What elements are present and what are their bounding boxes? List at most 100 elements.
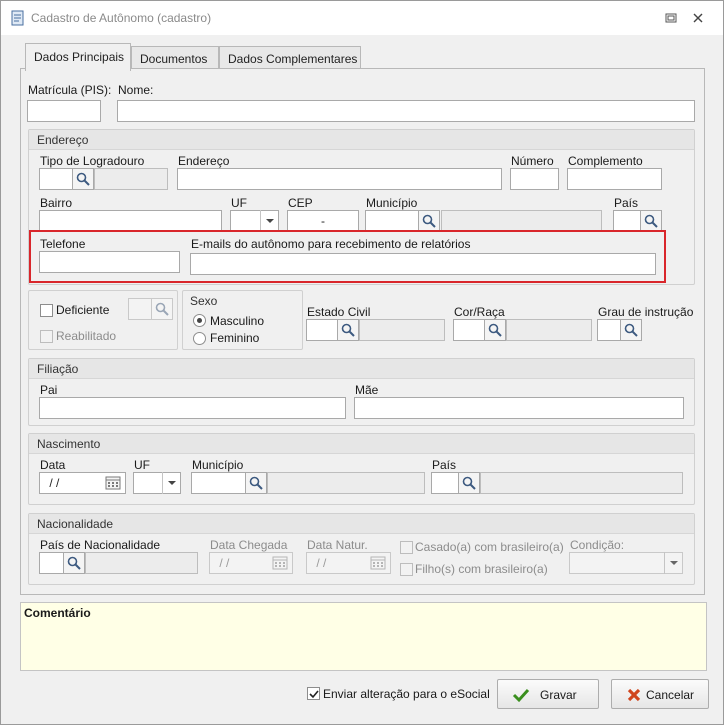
search-icon (76, 172, 90, 186)
tab-documentos[interactable]: Documentos (131, 46, 219, 70)
uf-select[interactable] (230, 210, 279, 232)
chevron-down-icon (162, 472, 180, 494)
data-natur-value: / / (313, 556, 327, 570)
calendar-icon[interactable] (101, 473, 125, 493)
deficiente-checkbox[interactable] (40, 304, 53, 317)
search-icon (422, 214, 436, 228)
grau-instrucao-code-input[interactable] (597, 319, 621, 341)
nascimento-pais-desc (480, 472, 683, 494)
cor-raca-search-button[interactable] (484, 319, 506, 341)
deficiencia-code-input[interactable] (128, 298, 152, 320)
filhos-brasileiro-checkbox[interactable] (400, 563, 413, 576)
municipio-search-button[interactable] (418, 210, 440, 232)
close-icon[interactable] (691, 11, 705, 25)
casado-brasileiro-checkbox[interactable] (400, 541, 413, 554)
nascimento-data-input[interactable]: / / (39, 472, 126, 494)
data-chegada-input[interactable]: / / (209, 552, 293, 574)
cor-raca-desc (506, 319, 592, 341)
nacionalidade-title: Nacionalidade (29, 514, 694, 534)
nascimento-municipio-search-button[interactable] (245, 472, 267, 494)
window-title: Cadastro de Autônomo (cadastro) (31, 11, 212, 25)
nascimento-pais-label: País (432, 458, 457, 472)
masculino-label: Masculino (210, 314, 265, 328)
bairro-label: Bairro (40, 196, 73, 210)
app-icon (11, 10, 24, 26)
cancelar-label: Cancelar (646, 688, 695, 702)
grau-instrucao-search-button[interactable] (620, 319, 642, 341)
complemento-input[interactable] (567, 168, 662, 190)
estado-civil-code-input[interactable] (306, 319, 338, 341)
nome-label: Nome: (118, 83, 154, 97)
tab-dados-complementares[interactable]: Dados Complementares (219, 46, 361, 70)
restore-icon[interactable] (664, 11, 678, 25)
bairro-input[interactable] (39, 210, 222, 232)
title-bar: Cadastro de Autônomo (cadastro) (1, 1, 723, 35)
filhos-brasileiro-label: Filho(s) com brasileiro(a) (415, 562, 548, 576)
enviar-esocial-checkbox[interactable] (307, 687, 320, 700)
mae-label: Mãe (355, 383, 379, 397)
cep-input[interactable]: - (287, 210, 359, 232)
pai-input[interactable] (39, 397, 346, 419)
cor-raca-code-input[interactable] (453, 319, 485, 341)
deficiencia-search-button[interactable] (151, 298, 173, 320)
pais-code-input[interactable] (613, 210, 641, 232)
masculino-radio[interactable] (193, 314, 206, 327)
tipo-logradouro-code-input[interactable] (39, 168, 73, 190)
reabilitado-label: Reabilitado (56, 329, 117, 343)
highlight-box (29, 230, 666, 283)
nascimento-data-value: / / (46, 476, 60, 490)
estado-civil-search-button[interactable] (337, 319, 359, 341)
calendar-icon[interactable] (268, 553, 292, 573)
nascimento-uf-label: UF (134, 458, 150, 472)
grau-instrucao-label: Grau de instrução (598, 305, 694, 319)
nascimento-pais-code-input[interactable] (431, 472, 459, 494)
cor-raca-label: Cor/Raça (454, 305, 505, 319)
condicao-select[interactable] (569, 552, 683, 574)
pais-nacionalidade-code-input[interactable] (39, 552, 64, 574)
endereco-input[interactable] (177, 168, 502, 190)
pais-search-button[interactable] (640, 210, 662, 232)
matricula-input[interactable] (27, 100, 101, 122)
feminino-label: Feminino (210, 331, 260, 345)
cancel-x-icon (627, 688, 641, 702)
reabilitado-checkbox[interactable] (40, 330, 53, 343)
nome-input[interactable] (117, 100, 695, 122)
calendar-icon[interactable] (366, 553, 390, 573)
numero-input[interactable] (510, 168, 559, 190)
nascimento-pais-search-button[interactable] (458, 472, 480, 494)
tipo-logradouro-desc (94, 168, 168, 190)
tab-dados-principais[interactable]: Dados Principais (25, 43, 131, 71)
chevron-down-icon (664, 552, 682, 574)
gravar-button[interactable]: Gravar (497, 679, 599, 709)
nascimento-municipio-desc (267, 472, 425, 494)
casado-brasileiro-label: Casado(a) com brasileiro(a) (415, 540, 564, 554)
endereco-title: Endereço (29, 130, 694, 150)
feminino-radio[interactable] (193, 332, 206, 345)
data-natur-input[interactable]: / / (306, 552, 391, 574)
uf-label: UF (231, 196, 247, 210)
comentario-label: Comentário (24, 606, 91, 620)
search-icon (155, 302, 169, 316)
search-icon (249, 476, 263, 490)
pais-nacionalidade-search-button[interactable] (63, 552, 85, 574)
estado-civil-label: Estado Civil (307, 305, 371, 319)
estado-civil-desc (359, 319, 445, 341)
search-icon (624, 323, 638, 337)
comentario-textarea[interactable]: Comentário (20, 602, 707, 671)
data-chegada-value: / / (216, 556, 230, 570)
mae-input[interactable] (354, 397, 684, 419)
nascimento-title: Nascimento (29, 434, 694, 454)
gravar-label: Gravar (540, 688, 577, 702)
data-natur-label: Data Natur. (307, 538, 368, 552)
nascimento-uf-select[interactable] (133, 472, 181, 494)
nascimento-municipio-code-input[interactable] (191, 472, 246, 494)
municipio-code-input[interactable] (365, 210, 419, 232)
search-icon (341, 323, 355, 337)
tipo-logradouro-search-button[interactable] (72, 168, 94, 190)
data-chegada-label: Data Chegada (210, 538, 288, 552)
municipio-label: Município (366, 196, 418, 210)
cep-label: CEP (288, 196, 313, 210)
search-icon (462, 476, 476, 490)
cancelar-button[interactable]: Cancelar (611, 679, 709, 709)
pais-nacionalidade-label: País de Nacionalidade (40, 538, 161, 552)
